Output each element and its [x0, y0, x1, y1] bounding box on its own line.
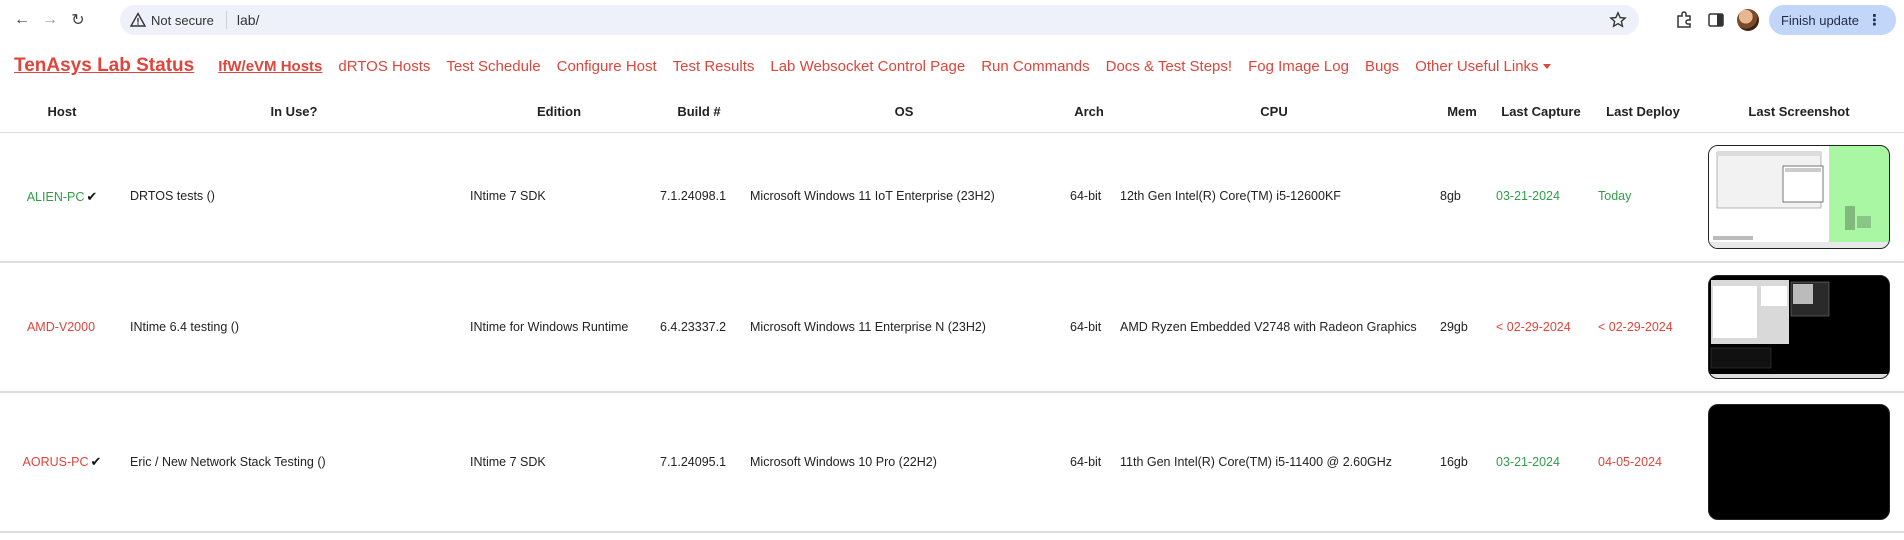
screenshot-cell — [1694, 262, 1904, 393]
reload-icon[interactable]: ↻ — [64, 6, 92, 34]
finish-update-button[interactable]: Finish update ⋮ — [1768, 5, 1896, 35]
header-os: OS — [744, 92, 1064, 133]
profile-avatar[interactable] — [1736, 9, 1759, 31]
mem-cell: 8gb — [1434, 132, 1490, 263]
screenshot-cell — [1694, 392, 1904, 533]
other-links-label: Other Useful Links — [1415, 57, 1539, 75]
address-bar[interactable]: Not secure lab/ — [120, 5, 1639, 35]
not-secure-label: Not secure — [151, 12, 214, 28]
screenshot-thumbnail[interactable] — [1708, 275, 1890, 379]
build-cell: 7.1.24098.1 — [654, 132, 744, 263]
hosts-table: Host In Use? Edition Build # OS Arch CPU… — [0, 92, 1904, 533]
header-mem: Mem — [1434, 92, 1490, 133]
build-cell: 7.1.24095.1 — [654, 392, 744, 533]
nav-link-other-useful-links[interactable]: Other Useful Links — [1415, 57, 1551, 75]
os-cell: Microsoft Windows 10 Pro (22H2) — [744, 392, 1064, 533]
cpu-cell: 12th Gen Intel(R) Core(TM) i5-12600KF — [1114, 132, 1434, 263]
mem-cell: 29gb — [1434, 262, 1490, 393]
nav-link-drtos-hosts[interactable]: dRTOS Hosts — [338, 58, 430, 75]
checkmark-icon: ✔ — [86, 188, 98, 204]
mem-cell: 16gb — [1434, 392, 1490, 533]
nav-link-configure-host[interactable]: Configure Host — [557, 58, 657, 75]
nav-link-test-results[interactable]: Test Results — [673, 58, 755, 75]
header-in-use: In Use? — [124, 92, 464, 133]
last-capture-cell: 03-21-2024 — [1490, 392, 1592, 533]
header-edition: Edition — [464, 92, 654, 133]
nav-link-websocket-control[interactable]: Lab Websocket Control Page — [770, 58, 965, 75]
host-link[interactable]: AMD-V2000 — [27, 320, 95, 334]
bookmark-star-icon[interactable] — [1609, 11, 1627, 29]
nav-link-bugs[interactable]: Bugs — [1365, 58, 1399, 75]
in-use-cell: Eric / New Network Stack Testing () — [124, 392, 464, 533]
url-text[interactable]: lab/ — [237, 12, 260, 28]
checkmark-icon: ✔ — [90, 454, 102, 469]
menu-kebab-icon: ⋮ — [1867, 12, 1882, 29]
extensions-icon[interactable] — [1673, 9, 1695, 31]
header-last-deploy: Last Deploy — [1592, 92, 1694, 133]
edition-cell: INtime for Windows Runtime — [464, 262, 654, 393]
header-build: Build # — [654, 92, 744, 133]
cpu-cell: 11th Gen Intel(R) Core(TM) i5-11400 @ 2.… — [1114, 392, 1434, 533]
side-panel-icon[interactable] — [1705, 9, 1727, 31]
screenshot-thumbnail[interactable] — [1708, 144, 1890, 249]
warning-icon — [130, 12, 146, 27]
table-row: AMD-V2000 INtime 6.4 testing () INtime f… — [0, 262, 1904, 393]
dropdown-caret-icon — [1542, 64, 1551, 70]
screenshot-image — [1709, 276, 1889, 378]
header-arch: Arch — [1064, 92, 1114, 133]
edition-cell: INtime 7 SDK — [464, 132, 654, 263]
last-capture-cell: 03-21-2024 — [1490, 132, 1592, 263]
nav-link-test-schedule[interactable]: Test Schedule — [446, 58, 540, 75]
table-row: ALIEN-PC ✔ DRTOS tests () INtime 7 SDK 7.… — [0, 132, 1904, 263]
cpu-cell: AMD Ryzen Embedded V2748 with Radeon Gra… — [1114, 262, 1434, 393]
host-cell: AORUS-PC ✔ — [0, 392, 124, 533]
nav-link-ifw-evm-hosts[interactable]: IfW/eVM Hosts — [218, 58, 322, 75]
header-host: Host — [0, 92, 124, 133]
host-cell: ALIEN-PC ✔ — [0, 132, 124, 263]
screenshot-image — [1709, 145, 1889, 248]
nav-link-run-commands[interactable]: Run Commands — [981, 58, 1089, 75]
last-deploy-cell: Today — [1592, 132, 1694, 263]
table-row: AORUS-PC ✔ Eric / New Network Stack Testi… — [0, 392, 1904, 533]
host-link[interactable]: ALIEN-PC — [27, 190, 85, 204]
browser-toolbar: ← → ↻ Not secure lab/ Finish update ⋮ — [0, 0, 1904, 40]
screenshot-cell — [1694, 132, 1904, 263]
screenshot-thumbnail[interactable] — [1708, 404, 1890, 520]
back-arrow-icon[interactable]: ← — [8, 6, 36, 34]
os-cell: Microsoft Windows 11 IoT Enterprise (23H… — [744, 132, 1064, 263]
forward-arrow-icon[interactable]: → — [36, 6, 64, 34]
last-deploy-cell: 04-05-2024 — [1592, 392, 1694, 533]
host-cell: AMD-V2000 — [0, 262, 124, 393]
nav-link-docs-test-steps[interactable]: Docs & Test Steps! — [1106, 58, 1232, 75]
arch-cell: 64-bit — [1064, 262, 1114, 393]
nav-link-fog-image-log[interactable]: Fog Image Log — [1248, 58, 1349, 75]
last-deploy-cell: < 02-29-2024 — [1592, 262, 1694, 393]
host-link[interactable]: AORUS-PC — [23, 455, 89, 469]
build-cell: 6.4.23337.2 — [654, 262, 744, 393]
table-header-row: Host In Use? Edition Build # OS Arch CPU… — [0, 92, 1904, 133]
in-use-cell: INtime 6.4 testing () — [124, 262, 464, 393]
header-last-screenshot: Last Screenshot — [1694, 92, 1904, 133]
edition-cell: INtime 7 SDK — [464, 392, 654, 533]
in-use-cell: DRTOS tests () — [124, 132, 464, 263]
header-last-capture: Last Capture — [1490, 92, 1592, 133]
header-cpu: CPU — [1114, 92, 1434, 133]
last-capture-cell: < 02-29-2024 — [1490, 262, 1592, 393]
arch-cell: 64-bit — [1064, 392, 1114, 533]
arch-cell: 64-bit — [1064, 132, 1114, 263]
os-cell: Microsoft Windows 11 Enterprise N (23H2) — [744, 262, 1064, 393]
finish-update-label: Finish update — [1780, 12, 1859, 28]
site-navbar: TenAsys Lab Status IfW/eVM Hosts dRTOS H… — [0, 40, 1904, 92]
brand-link[interactable]: TenAsys Lab Status — [14, 55, 194, 77]
site-info-button[interactable]: Not secure — [130, 11, 227, 29]
